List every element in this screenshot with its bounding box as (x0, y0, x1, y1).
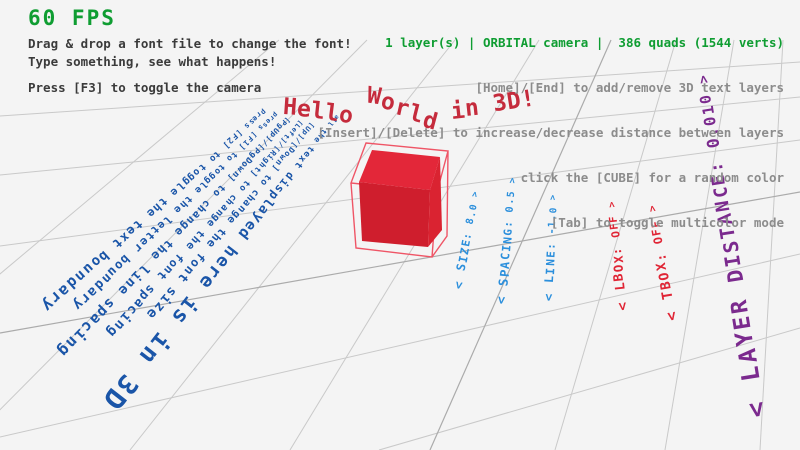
instruction-layer-distance: [Insert]/[Delete] to increase/decrease d… (317, 125, 784, 140)
instruction-cube-color: click the [CUBE] for a random color (317, 170, 784, 185)
instruction-multicolor: [Tab] to toggle multicolor mode (317, 215, 784, 230)
fps-counter: 60 FPS (28, 6, 116, 30)
instruction-type: Type something, see what happens! (28, 54, 276, 69)
status-line: 1 layer(s) | ORBITAL camera | 386 quads … (317, 35, 784, 50)
instruction-layers: [Home]/[End] to add/remove 3D text layer… (317, 80, 784, 95)
hud-right-panel: 1 layer(s) | ORBITAL camera | 386 quads … (317, 5, 784, 260)
instruction-drag-drop: Drag & drop a font file to change the fo… (28, 36, 352, 51)
viewport-3d[interactable]: all the text displayed here is in 3D[Up]… (0, 0, 800, 450)
instruction-camera-toggle: Press [F3] to toggle the camera (28, 80, 261, 95)
